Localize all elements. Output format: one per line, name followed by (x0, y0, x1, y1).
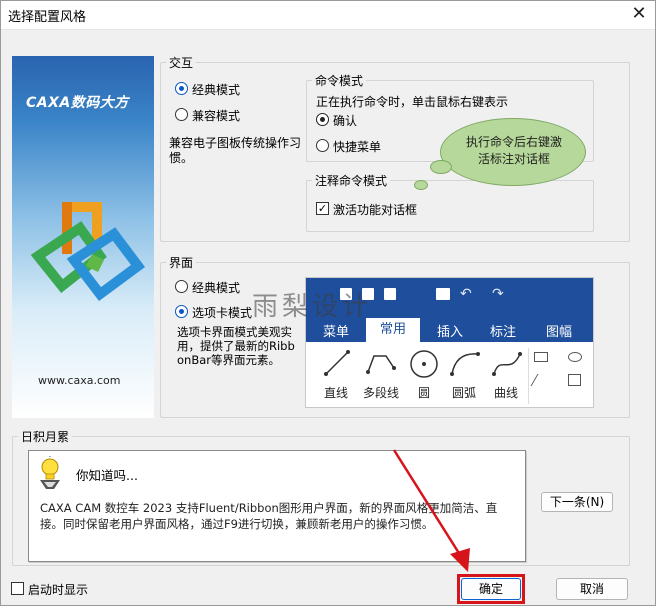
shortcut-menu-label: 快捷菜单 (333, 140, 382, 154)
line-tool-icon (324, 350, 350, 376)
caxa-url: www.caxa.com (38, 374, 121, 387)
ribbon-tab-sheet: 图幅 (545, 325, 572, 340)
ribbon-tab-insert: 插入 (436, 325, 463, 340)
ribbon-tab-annotate: 标注 (489, 325, 516, 340)
close-icon[interactable]: ✕ (626, 2, 652, 26)
show-on-start-label: 启动时显示 (28, 583, 89, 597)
logo-panel: CAXA数码大方 www.caxa.com (12, 56, 154, 418)
hatch-tool-icon (530, 374, 552, 386)
interface-description: 选项卡界面模式美观实用，提供了最新的RibbonBar等界面元素。 (177, 325, 295, 367)
next-tip-button[interactable]: 下一条(N) (541, 492, 613, 512)
curve-tool-icon (492, 352, 522, 376)
arc-tool-label: 圆弧 (451, 386, 476, 400)
caxa-emblem-icon (30, 202, 146, 301)
command-mode-hint: 正在执行命令时，单击鼠标右键表示 (316, 95, 509, 109)
show-on-start-checkbox[interactable] (11, 582, 24, 595)
line-tool-label: 直线 (323, 386, 348, 400)
tip-bubble-dot-large (430, 160, 452, 174)
cancel-button[interactable]: 取消 (556, 578, 628, 600)
tip-bubble-text: 执行命令后右键激活标注对话框 (465, 135, 562, 166)
confirm-radio[interactable] (316, 113, 329, 126)
print-icon (436, 288, 450, 300)
activate-dialog-label: 激活功能对话框 (333, 203, 418, 217)
curve-tool-label: 曲线 (493, 386, 518, 400)
compatible-mode-radio[interactable] (175, 108, 188, 121)
circle-tool-icon (410, 350, 438, 378)
classic-mode-radio[interactable] (175, 82, 188, 95)
annotation-mode-legend: 注释命令模式 (312, 172, 391, 189)
circle-tool-label: 圆 (417, 386, 430, 400)
tips-legend: 日积月累 (18, 428, 73, 445)
tab-mode-radio[interactable] (175, 305, 188, 318)
tab-mode-label: 选项卡模式 (192, 306, 253, 320)
ellipse-tool-icon (568, 352, 582, 362)
activate-dialog-checkbox[interactable]: ✓ (316, 202, 329, 215)
interface-legend: 界面 (166, 254, 197, 271)
title-bar (0, 0, 656, 30)
copy-icon (384, 288, 396, 300)
ribbon-tab-common: 常用 (366, 318, 420, 342)
brand-logo: CAXA数码大方 (26, 95, 129, 111)
shortcut-menu-radio[interactable] (316, 139, 329, 152)
rectangle-tool-icon (534, 352, 548, 362)
command-mode-legend: 命令模式 (312, 72, 367, 89)
undo-icon: ↶ (460, 286, 472, 302)
annotation-arrow-icon (392, 449, 470, 572)
compatible-mode-label: 兼容模式 (192, 109, 241, 123)
ribbon-separator (528, 348, 529, 404)
interaction-legend: 交互 (166, 54, 197, 71)
interface-classic-label: 经典模式 (192, 281, 241, 295)
arc-tool-icon (450, 352, 480, 376)
window-title: 选择配置风格 (8, 10, 87, 25)
tips-heading: 你知道吗... (76, 468, 138, 483)
classic-mode-label: 经典模式 (192, 83, 241, 97)
watermark-text: 雨梨设计 (252, 292, 373, 322)
interface-classic-radio[interactable] (175, 280, 188, 293)
ribbon-tab-menu: 菜单 (322, 325, 349, 340)
polyline-tool-label: 多段线 (362, 386, 399, 400)
polyline-tool-icon (366, 355, 396, 374)
redo-icon: ↷ (492, 286, 504, 302)
confirm-label: 确认 (333, 114, 358, 128)
interaction-description: 兼容电子图板传统操作习惯。 (169, 136, 302, 165)
tip-bubble-dot-small (414, 180, 428, 190)
lightbulb-icon (40, 456, 60, 489)
shape-tool-icon (568, 374, 581, 386)
